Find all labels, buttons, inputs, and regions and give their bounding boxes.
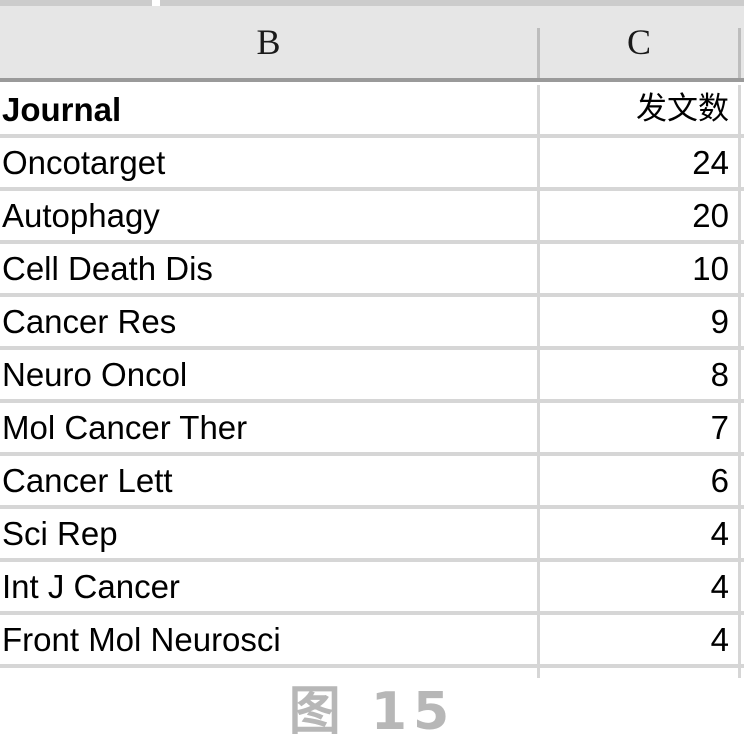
cell-count[interactable]: 4 bbox=[540, 509, 738, 558]
grid-line-vertical bbox=[738, 403, 741, 452]
cell-journal[interactable]: Autophagy bbox=[0, 191, 537, 240]
grid-line-vertical bbox=[738, 244, 741, 293]
table-row[interactable]: Sci Rep 4 bbox=[0, 509, 744, 562]
cell-count[interactable]: 24 bbox=[540, 138, 738, 187]
cell-count[interactable]: 7 bbox=[540, 403, 738, 452]
column-resize-handle-b-c[interactable] bbox=[537, 28, 540, 78]
table-row[interactable]: Cancer Res 9 bbox=[0, 297, 744, 350]
grid-line-vertical bbox=[738, 138, 741, 187]
cell-count[interactable]: 4 bbox=[540, 615, 738, 664]
cell-journal-header[interactable]: Journal bbox=[0, 85, 537, 134]
spreadsheet-screenshot: B C Journal 发文数 Oncotarget 24 Autophagy … bbox=[0, 0, 744, 754]
cell-count[interactable]: 4 bbox=[540, 562, 738, 611]
table-row[interactable]: Cancer Lett 6 bbox=[0, 456, 744, 509]
cell-count-header[interactable]: 发文数 bbox=[540, 85, 738, 134]
sheet-grid: Journal 发文数 Oncotarget 24 Autophagy 20 C… bbox=[0, 85, 744, 748]
grid-line-vertical bbox=[738, 350, 741, 399]
cell-journal[interactable]: Front Mol Neurosci bbox=[0, 615, 537, 664]
cell-count[interactable]: 8 bbox=[540, 350, 738, 399]
cell-journal[interactable]: Mol Cancer Ther bbox=[0, 403, 537, 452]
table-row[interactable]: Mol Cancer Ther 7 bbox=[0, 403, 744, 456]
grid-line-vertical bbox=[738, 509, 741, 558]
grid-line-vertical bbox=[738, 191, 741, 240]
cell-count[interactable]: 20 bbox=[540, 191, 738, 240]
cell-journal[interactable]: Sci Rep bbox=[0, 509, 537, 558]
table-row[interactable]: Front Mol Neurosci 4 bbox=[0, 615, 744, 668]
grid-line-vertical bbox=[738, 456, 741, 505]
column-header-b[interactable]: B bbox=[0, 6, 537, 78]
grid-line-vertical bbox=[537, 668, 540, 678]
table-row[interactable]: Cell Death Dis 10 bbox=[0, 244, 744, 297]
grid-line-vertical bbox=[738, 615, 741, 664]
table-row[interactable]: Oncotarget 24 bbox=[0, 138, 744, 191]
grid-line-vertical bbox=[738, 668, 741, 678]
grid-line-vertical bbox=[738, 297, 741, 346]
column-header-c[interactable]: C bbox=[540, 6, 738, 78]
table-row[interactable]: Int J Cancer 4 bbox=[0, 562, 744, 615]
cell-journal[interactable]: Neuro Oncol bbox=[0, 350, 537, 399]
grid-line-vertical bbox=[738, 562, 741, 611]
grid-line-vertical bbox=[738, 85, 741, 134]
figure-caption: 图 15 bbox=[288, 682, 456, 742]
cell-journal[interactable]: Cell Death Dis bbox=[0, 244, 537, 293]
table-header-row[interactable]: Journal 发文数 bbox=[0, 85, 744, 138]
cell-count[interactable]: 9 bbox=[540, 297, 738, 346]
column-resize-handle-c-d[interactable] bbox=[738, 28, 741, 78]
cell-journal[interactable]: Int J Cancer bbox=[0, 562, 537, 611]
cell-journal[interactable]: Oncotarget bbox=[0, 138, 537, 187]
table-row[interactable]: Autophagy 20 bbox=[0, 191, 744, 244]
table-row[interactable]: Neuro Oncol 8 bbox=[0, 350, 744, 403]
cell-count[interactable]: 6 bbox=[540, 456, 738, 505]
column-header-band: B C bbox=[0, 6, 744, 82]
cell-count[interactable]: 10 bbox=[540, 244, 738, 293]
cell-journal[interactable]: Cancer Lett bbox=[0, 456, 537, 505]
cell-journal[interactable]: Cancer Res bbox=[0, 297, 537, 346]
